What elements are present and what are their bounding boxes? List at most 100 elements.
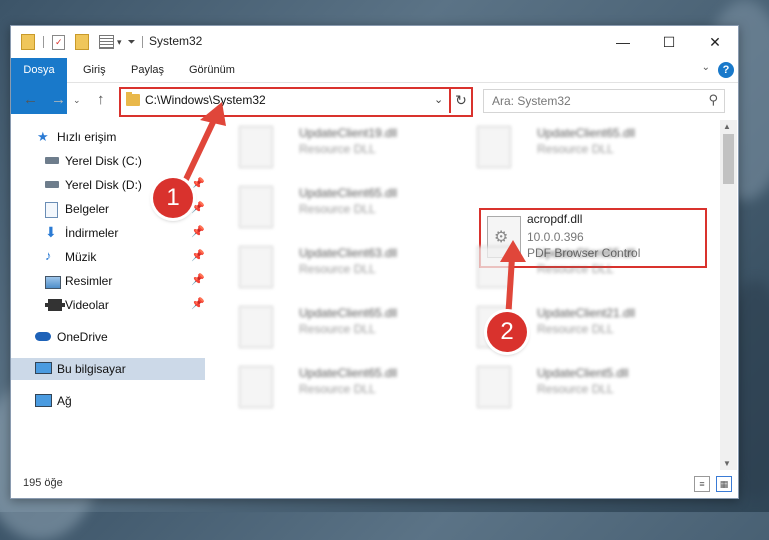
dll-file-icon <box>477 366 511 408</box>
file-description: Resource DLL <box>537 142 614 156</box>
pin-icon[interactable]: 📌 <box>191 201 205 214</box>
dll-file-icon <box>477 246 511 288</box>
pin-icon[interactable]: 📌 <box>191 225 205 238</box>
forward-arrow-icon[interactable]: → <box>51 91 66 108</box>
sidebar-item-disk-c[interactable]: Yerel Disk (C:) <box>11 150 205 172</box>
sidebar-item-label: Yerel Disk (D:) <box>65 178 142 192</box>
pin-icon[interactable]: 📌 <box>191 273 205 286</box>
scroll-up-icon[interactable]: ▲ <box>723 122 731 131</box>
tab-home[interactable]: Giriş <box>73 58 116 82</box>
search-icon[interactable]: ⚲ <box>708 92 718 108</box>
folder-icon <box>126 92 140 106</box>
downloads-icon: ⬇ <box>45 224 57 240</box>
network-icon <box>35 394 52 407</box>
list-item[interactable]: UpdateClient19.dll Resource DLL <box>227 120 453 176</box>
sidebar-item-label: Belgeler <box>65 202 110 216</box>
scrollbar-thumb[interactable] <box>723 134 734 184</box>
sidebar-item-downloads[interactable]: ⬇ İndirmeler 📌 <box>11 222 205 244</box>
sidebar-item-label: Müzik <box>65 250 97 264</box>
up-arrow-icon[interactable]: ↑ <box>97 91 105 108</box>
sidebar-item-label: Bu bilgisayar <box>57 362 126 376</box>
vertical-scrollbar[interactable]: ▲ ▼ <box>720 120 737 470</box>
scroll-down-icon[interactable]: ▼ <box>723 459 731 468</box>
chevron-down-icon[interactable]: ⌄ <box>434 93 443 106</box>
view-icon[interactable] <box>99 35 114 49</box>
help-button[interactable]: ? <box>718 62 734 78</box>
star-icon: ★ <box>37 129 49 144</box>
dll-file-icon <box>239 306 273 348</box>
list-item[interactable]: UpdateClient63.dll Resource DLL <box>227 240 453 296</box>
sidebar-item-label: İndirmeler <box>65 226 119 240</box>
pin-icon[interactable]: 📌 <box>191 249 205 262</box>
sidebar-item-label: Videolar <box>65 298 109 312</box>
file-name: UpdateClient65.dll <box>299 366 398 380</box>
music-icon: ♪ <box>45 248 52 263</box>
list-item[interactable]: UpdateClient5.dll Resource DLL <box>465 360 691 416</box>
file-description: Resource DLL <box>299 202 376 216</box>
dll-file-icon <box>239 246 273 288</box>
drive-icon <box>45 157 59 164</box>
ribbon: Dosya Giriş Paylaş Görünüm ⌄ ? <box>11 58 738 114</box>
documents-icon <box>45 202 58 218</box>
tiles-view-icon[interactable]: ▦ <box>716 476 732 492</box>
file-name: acropdf.dll <box>527 212 583 226</box>
sidebar-item-network[interactable]: Ağ <box>11 390 205 412</box>
address-bar[interactable]: C:\Windows\System32 ⌄ ↻ <box>119 87 473 117</box>
file-name: UpdateClient65.dll <box>299 186 398 200</box>
sidebar-item-quick-access[interactable]: ★ Hızlı erişim <box>11 126 205 148</box>
sidebar-item-label: Ağ <box>57 394 72 408</box>
file-list: UpdateClient19.dll Resource DLL UpdateCl… <box>207 120 720 470</box>
computer-icon <box>35 362 52 374</box>
list-item[interactable]: UpdateClient65.dll Resource DLL <box>465 240 691 296</box>
sidebar-item-music[interactable]: ♪ Müzik 📌 <box>11 246 205 268</box>
sidebar-item-label: Yerel Disk (C:) <box>65 154 142 168</box>
videos-icon <box>45 299 65 311</box>
file-description: Resource DLL <box>299 262 376 276</box>
list-item[interactable]: UpdateClient65.dll Resource DLL <box>227 300 453 356</box>
recent-chevron-icon[interactable]: ⌄ <box>73 95 81 106</box>
close-button[interactable]: ✕ <box>692 26 738 58</box>
tab-view[interactable]: Görünüm <box>179 58 245 82</box>
pin-icon[interactable]: 📌 <box>191 177 205 190</box>
chevron-down-icon[interactable]: ▾ <box>117 37 122 48</box>
title-bar: ✓ ▾ ⏷ System32 — ☐ ✕ <box>11 26 738 58</box>
file-name: UpdateClient63.dll <box>299 246 398 260</box>
status-bar: 195 öğe ≡ ▦ <box>11 472 738 496</box>
refresh-icon[interactable]: ↻ <box>449 87 471 113</box>
pin-icon[interactable]: 📌 <box>191 297 205 310</box>
address-path[interactable]: C:\Windows\System32 <box>145 93 266 107</box>
list-item[interactable]: UpdateClient65.dll Resource DLL <box>227 360 453 416</box>
tab-share[interactable]: Paylaş <box>121 58 174 82</box>
file-description: Resource DLL <box>537 262 614 276</box>
properties-icon[interactable]: ✓ <box>52 34 65 50</box>
navigation-bar: ← → ⌄ ↑ C:\Windows\System32 ⌄ ↻ Ara: Sys… <box>11 83 738 117</box>
sidebar-item-pictures[interactable]: Resimler 📌 <box>11 270 205 292</box>
search-box[interactable]: Ara: System32 ⚲ <box>483 89 725 113</box>
new-folder-icon[interactable] <box>75 34 89 50</box>
sidebar-item-this-pc[interactable]: Bu bilgisayar <box>11 358 205 380</box>
dll-file-icon <box>239 366 273 408</box>
folder-icon[interactable] <box>21 34 35 50</box>
sidebar-item-videos[interactable]: Videolar 📌 <box>11 294 205 316</box>
maximize-button[interactable]: ☐ <box>646 26 692 58</box>
list-item[interactable]: UpdateClient65.dll Resource DLL <box>227 180 453 236</box>
drive-icon <box>45 181 59 188</box>
sidebar-item-onedrive[interactable]: OneDrive <box>11 326 205 348</box>
list-item[interactable]: UpdateClient65.dll Resource DLL <box>465 120 691 176</box>
customize-qa-icon[interactable]: ⏷ <box>128 37 136 48</box>
quick-access-toolbar: ✓ ▾ ⏷ <box>21 34 149 50</box>
callout-badge-1: 1 <box>153 178 193 218</box>
details-view-icon[interactable]: ≡ <box>694 476 710 492</box>
back-arrow-icon[interactable]: ← <box>23 91 38 108</box>
search-input[interactable]: Ara: System32 <box>492 94 571 108</box>
minimize-button[interactable]: — <box>600 26 646 58</box>
dll-file-icon <box>239 126 273 168</box>
file-description: Resource DLL <box>299 382 376 396</box>
file-name: UpdateClient65.dll <box>537 126 636 140</box>
dll-file-icon <box>477 126 511 168</box>
file-description: Resource DLL <box>537 382 614 396</box>
explorer-window: ✓ ▾ ⏷ System32 — ☐ ✕ Dosya Giriş Paylaş … <box>10 25 739 499</box>
sidebar-item-label: OneDrive <box>57 330 108 344</box>
chevron-down-icon[interactable]: ⌄ <box>702 62 710 73</box>
sidebar-item-label: Hızlı erişim <box>57 130 117 144</box>
